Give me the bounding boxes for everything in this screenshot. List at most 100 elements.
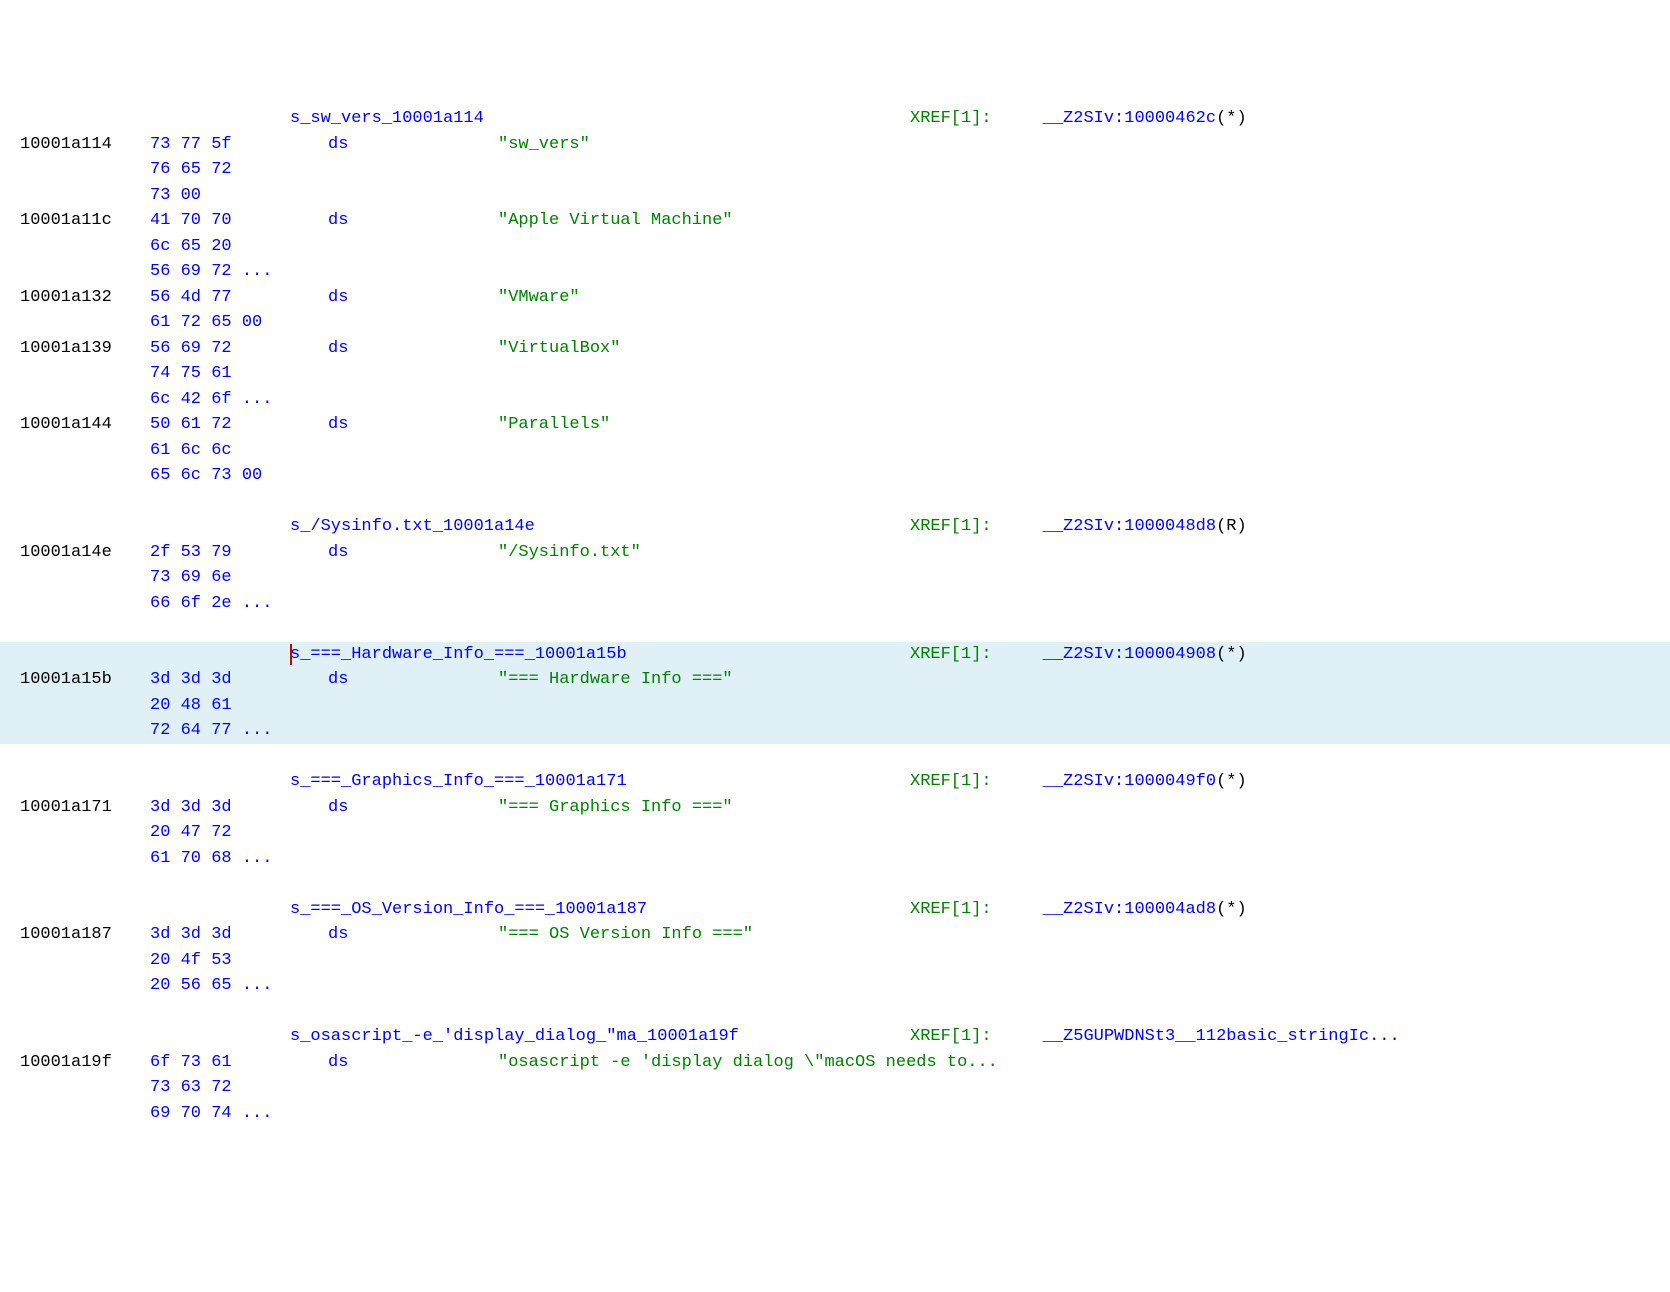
hex-bytes: 65 6c 73 00 <box>150 463 290 489</box>
ellipsis-icon: ... <box>242 721 273 740</box>
string-operand[interactable]: "Parallels" <box>498 415 610 434</box>
hex-bytes: 3d 3d 3d <box>150 667 290 693</box>
address[interactable]: 10001a114 <box>20 132 150 158</box>
bytes-continuation-row: 66 6f 2e ... <box>0 591 1670 617</box>
xref-target[interactable]: __Z2SIv:1000049f0 <box>1043 772 1216 791</box>
xref-type: (*) <box>1216 772 1247 791</box>
bytes-continuation-row: 61 70 68 ... <box>0 846 1670 872</box>
mnemonic: ds <box>328 208 498 234</box>
address[interactable]: 10001a14e <box>20 540 150 566</box>
xref-target[interactable]: __Z2SIv:100004908 <box>1043 645 1216 664</box>
address[interactable]: 10001a171 <box>20 795 150 821</box>
data-row[interactable]: 10001a14450 61 72ds"Parallels" <box>0 412 1670 438</box>
data-row[interactable]: 10001a11473 77 5f ds"sw_vers" <box>0 132 1670 158</box>
hex-bytes: 69 70 74 ... <box>150 1101 290 1127</box>
label-row[interactable]: s_/Sysinfo.txt_10001a14eXREF[1]: __Z2SIv… <box>0 514 1670 540</box>
xref-label: XREF[1]: <box>910 109 992 128</box>
hex-bytes: 20 56 65 ... <box>150 973 290 999</box>
address[interactable]: 10001a15b <box>20 667 150 693</box>
xref-label: XREF[1]: <box>910 900 992 919</box>
hex-bytes: 73 77 5f <box>150 132 290 158</box>
ellipsis-icon: ... <box>242 1104 273 1123</box>
address-cell <box>20 106 150 132</box>
address-cell <box>20 642 150 668</box>
hex-bytes: 61 72 65 00 <box>150 310 290 336</box>
mnemonic: ds <box>328 132 498 158</box>
data-row[interactable]: 10001a11c41 70 70 ds"Apple Virtual Machin… <box>0 208 1670 234</box>
bytes-continuation-row: 20 47 72 <box>0 820 1670 846</box>
label-row[interactable]: s_osascript_-e_'display_dialog_"ma_10001… <box>0 1024 1670 1050</box>
data-row[interactable]: 10001a1713d 3d 3dds"=== Graphics Info ==… <box>0 795 1670 821</box>
symbol-label[interactable]: s_sw_vers_10001a114 <box>290 106 484 132</box>
data-row[interactable]: 10001a13256 4d 77ds"VMware" <box>0 285 1670 311</box>
bytes-continuation-row: 6c 65 20 <box>0 234 1670 260</box>
blank-row <box>0 999 1670 1025</box>
address[interactable]: 10001a187 <box>20 922 150 948</box>
xref-label: XREF[1]: <box>910 645 992 664</box>
xref-target[interactable]: __Z5GUPWDNSt3__112basic_stringIc... <box>1043 1027 1400 1046</box>
blank-row <box>0 489 1670 515</box>
disassembly-listing[interactable]: s_sw_vers_10001a114 XREF[1]: __Z2SIv:1000… <box>0 102 1670 1130</box>
hex-bytes: 73 63 72 <box>150 1075 290 1101</box>
bytes-cell <box>150 897 290 923</box>
data-row[interactable]: 10001a1873d 3d 3dds"=== OS Version Info … <box>0 922 1670 948</box>
xref-label: XREF[1]: <box>910 772 992 791</box>
hex-bytes: 20 4f 53 <box>150 948 290 974</box>
address[interactable]: 10001a11c <box>20 208 150 234</box>
bytes-continuation-row: 74 75 61 <box>0 361 1670 387</box>
string-operand[interactable]: "VMware" <box>498 288 580 307</box>
bytes-continuation-row: 61 6c 6c <box>0 438 1670 464</box>
symbol-label[interactable]: s_osascript_-e_'display_dialog_"ma_10001… <box>290 1024 739 1050</box>
hex-bytes: 76 65 72 <box>150 157 290 183</box>
hex-bytes: 73 69 6e <box>150 565 290 591</box>
xref-target[interactable]: __Z2SIv:10000462c <box>1043 109 1216 128</box>
label-row[interactable]: s_===_Hardware_Info_===_10001a15b XREF[1]… <box>0 642 1670 668</box>
string-operand[interactable]: "sw_vers" <box>498 135 590 154</box>
hex-bytes: 2f 53 79 <box>150 540 290 566</box>
bytes-cell <box>150 642 290 668</box>
string-operand[interactable]: "=== Hardware Info ===" <box>498 670 733 689</box>
symbol-label[interactable]: s_===_Hardware_Info_===_10001a15b <box>290 642 627 668</box>
bytes-continuation-row: 56 69 72 ... <box>0 259 1670 285</box>
label-row[interactable]: s_===_OS_Version_Info_===_10001a187 XREF[… <box>0 897 1670 923</box>
label-row[interactable]: s_===_Graphics_Info_===_10001a171 XREF[1]… <box>0 769 1670 795</box>
symbol-label[interactable]: s_===_Graphics_Info_===_10001a171 <box>290 769 627 795</box>
symbol-label[interactable]: s_/Sysinfo.txt_10001a14e <box>290 514 535 540</box>
data-row[interactable]: 10001a19f6f 73 61ds"osascript -e 'displa… <box>0 1050 1670 1076</box>
string-operand[interactable]: "Apple Virtual Machine" <box>498 211 733 230</box>
data-row[interactable]: 10001a13956 69 72ds"VirtualBox" <box>0 336 1670 362</box>
bytes-continuation-row: 73 63 72 <box>0 1075 1670 1101</box>
string-operand[interactable]: "=== OS Version Info ===" <box>498 925 753 944</box>
xref-type: (R) <box>1216 517 1247 536</box>
string-operand[interactable]: "VirtualBox" <box>498 339 620 358</box>
hex-bytes: 20 48 61 <box>150 693 290 719</box>
hex-bytes: 41 70 70 <box>150 208 290 234</box>
bytes-cell <box>150 106 290 132</box>
bytes-cell <box>150 769 290 795</box>
bytes-cell <box>150 514 290 540</box>
hex-bytes: 73 00 <box>150 183 290 209</box>
hex-bytes: 61 70 68 ... <box>150 846 290 872</box>
xref-target[interactable]: __Z2SIv:1000048d8 <box>1043 517 1216 536</box>
hex-bytes: 74 75 61 <box>150 361 290 387</box>
address[interactable]: 10001a19f <box>20 1050 150 1076</box>
hex-bytes: 3d 3d 3d <box>150 795 290 821</box>
symbol-label[interactable]: s_===_OS_Version_Info_===_10001a187 <box>290 897 647 923</box>
xref-target[interactable]: __Z2SIv:100004ad8 <box>1043 900 1216 919</box>
address-cell <box>20 1024 150 1050</box>
address[interactable]: 10001a139 <box>20 336 150 362</box>
string-operand[interactable]: "/Sysinfo.txt" <box>498 543 641 562</box>
hex-bytes: 6c 65 20 <box>150 234 290 260</box>
label-row[interactable]: s_sw_vers_10001a114 XREF[1]: __Z2SIv:1000… <box>0 106 1670 132</box>
hex-bytes: 3d 3d 3d <box>150 922 290 948</box>
bytes-continuation-row: 73 00 <box>0 183 1670 209</box>
address-cell <box>20 514 150 540</box>
hex-bytes: 50 61 72 <box>150 412 290 438</box>
data-row[interactable]: 10001a15b3d 3d 3dds"=== Hardware Info ==… <box>0 667 1670 693</box>
string-operand[interactable]: "=== Graphics Info ===" <box>498 798 733 817</box>
bytes-continuation-row: 20 48 61 <box>0 693 1670 719</box>
address[interactable]: 10001a132 <box>20 285 150 311</box>
address[interactable]: 10001a144 <box>20 412 150 438</box>
data-row[interactable]: 10001a14e2f 53 79ds"/Sysinfo.txt" <box>0 540 1670 566</box>
blank-row <box>0 744 1670 770</box>
